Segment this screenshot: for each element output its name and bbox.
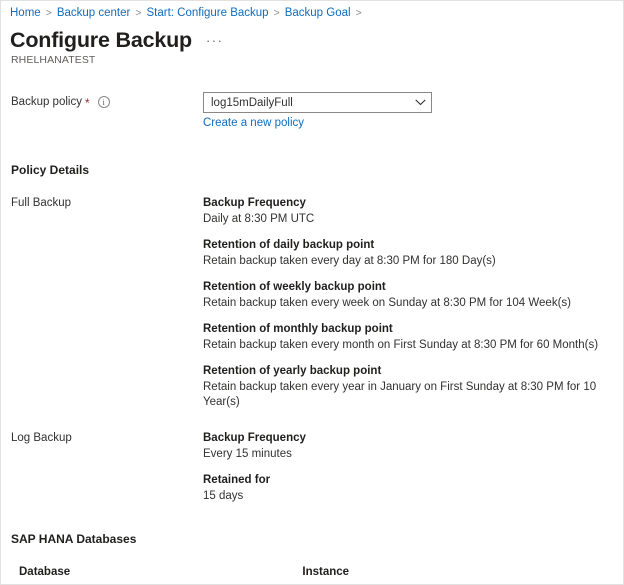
page-title-row: Configure Backup ···: [1, 21, 623, 53]
detail-block-weekly-retention: Retention of weekly backup point Retain …: [203, 280, 623, 311]
detail-block-daily-retention: Retention of daily backup point Retain b…: [203, 238, 623, 269]
breadcrumb-item-backup-center[interactable]: Backup center: [57, 6, 131, 21]
configure-backup-page: Home > Backup center > Start: Configure …: [0, 0, 624, 585]
table-head: Database Instance: [11, 560, 613, 585]
detail-block-monthly-retention: Retention of monthly backup point Retain…: [203, 322, 623, 353]
detail-title: Retention of monthly backup point: [203, 322, 623, 337]
backup-policy-row: Backup policy * i log15mDailyFull Create…: [1, 92, 623, 131]
breadcrumb-separator: >: [135, 6, 141, 21]
create-new-policy-link[interactable]: Create a new policy: [203, 117, 304, 129]
info-icon[interactable]: i: [98, 96, 110, 108]
table-header-row: Database Instance: [11, 560, 613, 585]
log-backup-label: Log Backup: [11, 431, 203, 504]
detail-text: Retain backup taken every day at 8:30 PM…: [203, 254, 623, 269]
page-subtitle: RHELHANATEST: [1, 53, 623, 66]
backup-policy-control: log15mDailyFull Create a new policy: [203, 92, 623, 131]
breadcrumb: Home > Backup center > Start: Configure …: [1, 1, 623, 21]
column-header-database: Database: [11, 560, 294, 585]
breadcrumb-item-home[interactable]: Home: [10, 6, 41, 21]
breadcrumb-item-start-configure-backup[interactable]: Start: Configure Backup: [146, 6, 268, 21]
backup-policy-label: Backup policy: [11, 96, 82, 108]
detail-title: Retention of daily backup point: [203, 238, 623, 253]
detail-block-log-retained-for: Retained for 15 days: [203, 473, 623, 504]
detail-text: Daily at 8:30 PM UTC: [203, 212, 623, 227]
detail-block-yearly-retention: Retention of yearly backup point Retain …: [203, 364, 623, 410]
detail-title: Backup Frequency: [203, 431, 623, 446]
more-options-icon[interactable]: ···: [206, 33, 224, 48]
log-backup-row: Log Backup Backup Frequency Every 15 min…: [1, 431, 623, 504]
required-asterisk: *: [85, 97, 90, 109]
breadcrumb-separator: >: [274, 6, 280, 21]
log-backup-details: Backup Frequency Every 15 minutes Retain…: [203, 431, 623, 504]
detail-block-log-frequency: Backup Frequency Every 15 minutes: [203, 431, 623, 462]
backup-policy-label-group: Backup policy * i: [11, 92, 203, 108]
backup-policy-select[interactable]: log15mDailyFull: [203, 92, 432, 113]
detail-text: Retain backup taken every month on First…: [203, 338, 623, 353]
breadcrumb-item-backup-goal[interactable]: Backup Goal: [285, 6, 351, 21]
detail-text: Retain backup taken every year in Januar…: [203, 380, 623, 410]
detail-text: Every 15 minutes: [203, 447, 623, 462]
detail-block-backup-frequency: Backup Frequency Daily at 8:30 PM UTC: [203, 196, 623, 227]
detail-title: Retained for: [203, 473, 623, 488]
full-backup-row: Full Backup Backup Frequency Daily at 8:…: [1, 196, 623, 410]
chevron-down-icon: [409, 99, 431, 106]
detail-title: Retention of weekly backup point: [203, 280, 623, 295]
policy-details-heading: Policy Details: [1, 163, 623, 177]
detail-text: Retain backup taken every week on Sunday…: [203, 296, 623, 311]
detail-title: Backup Frequency: [203, 196, 623, 211]
sap-hana-databases-table: Database Instance r75hanadb01\HN1 NW1 r7…: [11, 560, 613, 585]
detail-text: 15 days: [203, 489, 623, 504]
column-header-instance: Instance: [294, 560, 613, 585]
breadcrumb-separator: >: [46, 6, 52, 21]
full-backup-label: Full Backup: [11, 196, 203, 410]
detail-title: Retention of yearly backup point: [203, 364, 623, 379]
page-title: Configure Backup: [10, 27, 192, 53]
sap-hana-databases-heading: SAP HANA Databases: [1, 532, 623, 546]
full-backup-details: Backup Frequency Daily at 8:30 PM UTC Re…: [203, 196, 623, 410]
breadcrumb-separator: >: [356, 6, 362, 21]
sap-hana-databases-table-wrap: Database Instance r75hanadb01\HN1 NW1 r7…: [1, 560, 623, 585]
backup-policy-selected-value: log15mDailyFull: [204, 97, 409, 109]
